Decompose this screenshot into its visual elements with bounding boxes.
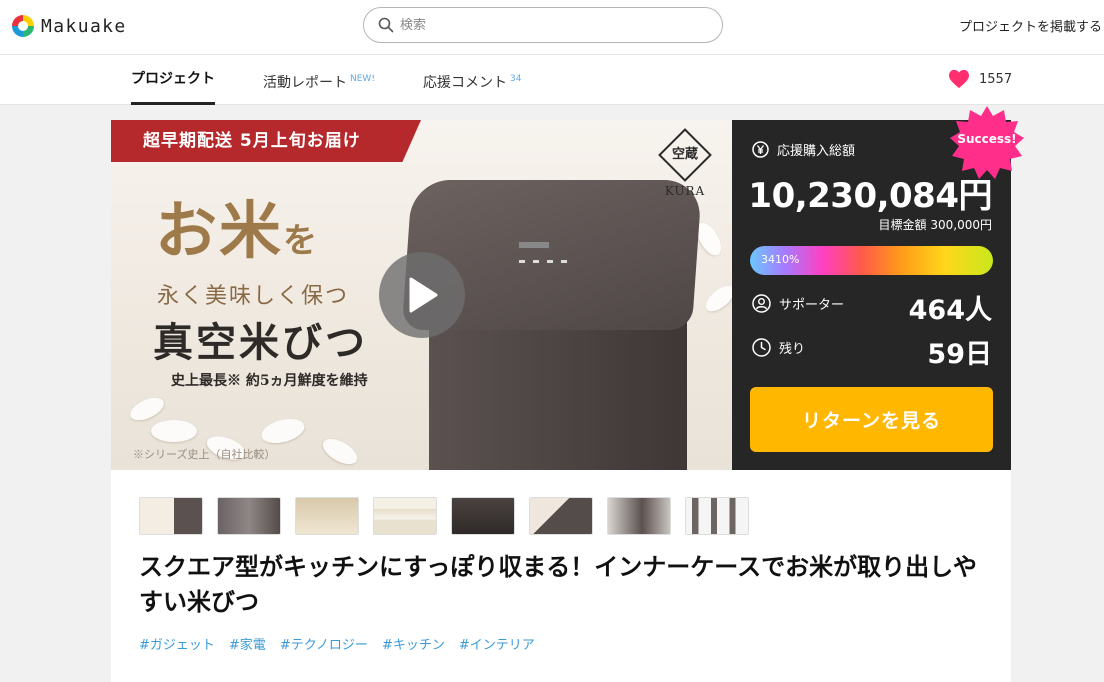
project-title: スクエア型がキッチンにすっぽり収まる！インナーケースでお米が取り出しやすい米びつ: [139, 553, 977, 616]
view-returns-button[interactable]: リターンを見る: [750, 387, 993, 452]
kura-diamond-icon: 空蔵: [658, 128, 712, 182]
supporters-label-text: サポーター: [779, 298, 845, 313]
thumbnail-1[interactable]: [139, 497, 203, 535]
yen-circle-icon: [752, 141, 769, 158]
kura-brand-logo: 空蔵 KURA: [657, 128, 713, 206]
rice-grain-decoration: [258, 414, 308, 448]
clock-icon: [752, 338, 771, 357]
tab-comments-label: 応援コメント: [423, 75, 507, 91]
control-panel-icon: [515, 238, 575, 274]
thumbnail-3[interactable]: [295, 497, 359, 535]
hero-footnote: ※シリーズ史上（自社比較）: [133, 448, 276, 461]
rice-grain-decoration: [701, 281, 732, 316]
remaining-days: 59日: [927, 339, 992, 370]
play-icon: [409, 277, 438, 313]
tag-interior[interactable]: #インテリア: [459, 634, 535, 653]
tag-gadget[interactable]: #ガジェット: [139, 634, 215, 653]
thumbnail-4[interactable]: [373, 497, 437, 535]
rice-grain-decoration: [126, 393, 168, 425]
top-header: Makuake プロジェクトを掲載する: [0, 0, 1104, 55]
project-tab-bar: プロジェクト 活動レポート NEW! 応援コメント 34 1557: [0, 55, 1104, 105]
tab-activity-report-label: 活動レポート: [263, 75, 347, 91]
hero-headline-line2: 永く美味しく保つ: [157, 284, 350, 309]
amount-label-text: 応援購入総額: [777, 144, 856, 159]
hero-headline: お米を: [155, 180, 319, 270]
hero-headline-line3: 真空米びつ: [153, 319, 368, 366]
funding-progress-bar: 3410%: [750, 246, 993, 275]
supporters-count: 464人: [908, 295, 992, 326]
progress-percent: 3410%: [761, 253, 800, 266]
tag-kitchen[interactable]: #キッチン: [382, 634, 445, 653]
success-badge: Success!: [948, 104, 1026, 182]
like-button[interactable]: 1557: [948, 69, 1012, 89]
heart-icon: [949, 69, 969, 89]
play-video-button[interactable]: [379, 252, 465, 338]
hero-headline-big: お米: [155, 194, 284, 267]
tab-project-label: プロジェクト: [131, 71, 215, 87]
tab-activity-report[interactable]: 活動レポート NEW!: [263, 55, 375, 105]
hero-headline-particle: を: [283, 221, 320, 261]
supporters-label: サポーター: [752, 294, 844, 313]
thumbnail-5[interactable]: [451, 497, 515, 535]
search-icon: [378, 17, 394, 33]
comment-count-badge: 34: [510, 74, 522, 84]
brand-name: Makuake: [41, 15, 127, 37]
kura-name: KURA: [664, 184, 706, 198]
tag-list: #ガジェット #家電 #テクノロジー #キッチン #インテリア: [139, 634, 549, 653]
makuake-logo[interactable]: Makuake: [12, 13, 127, 39]
tab-project[interactable]: プロジェクト: [131, 55, 215, 105]
funding-stats-panel: 応援購入総額 10,230,084円 目標金額 300,000円 3410% サ…: [732, 106, 1024, 470]
thumbnail-6[interactable]: [529, 497, 593, 535]
tag-appliance[interactable]: #家電: [229, 634, 266, 653]
post-project-link[interactable]: プロジェクトを掲載する: [959, 16, 1102, 35]
hero-image[interactable]: 超早期配送 5月上旬お届け お米を 永く美味しく保つ 真空米びつ 史上最長※ 約…: [111, 120, 732, 470]
thumbnail-strip: [139, 497, 763, 535]
tab-comments[interactable]: 応援コメント 34: [423, 55, 521, 105]
remaining-label-text: 残り: [779, 342, 806, 357]
thumbnail-8[interactable]: [685, 497, 749, 535]
project-info-card: スクエア型がキッチンにすっぽり収まる！インナーケースでお米が取り出しやすい米びつ…: [111, 470, 1011, 682]
new-badge: NEW!: [350, 74, 375, 84]
hero-subline: 史上最長※ 約5ヵ月鮮度を維持: [171, 373, 368, 389]
success-badge-text: Success!: [957, 132, 1017, 146]
rice-grain-decoration: [318, 433, 362, 470]
amount-label: 応援購入総額: [752, 140, 855, 159]
makuake-logo-icon: [12, 15, 34, 37]
tag-technology[interactable]: #テクノロジー: [280, 634, 368, 653]
like-count: 1557: [979, 71, 1013, 87]
thumbnail-7[interactable]: [607, 497, 671, 535]
kura-kanji: 空蔵: [671, 146, 699, 162]
search-box[interactable]: [363, 7, 723, 43]
goal-amount: 目標金額 300,000円: [878, 218, 992, 232]
delivery-ribbon: 超早期配送 5月上旬お届け: [111, 120, 421, 162]
search-input[interactable]: [400, 17, 700, 33]
remaining-label: 残り: [752, 338, 805, 357]
thumbnail-2[interactable]: [217, 497, 281, 535]
rice-grain-decoration: [151, 420, 197, 442]
user-circle-icon: [752, 294, 771, 313]
